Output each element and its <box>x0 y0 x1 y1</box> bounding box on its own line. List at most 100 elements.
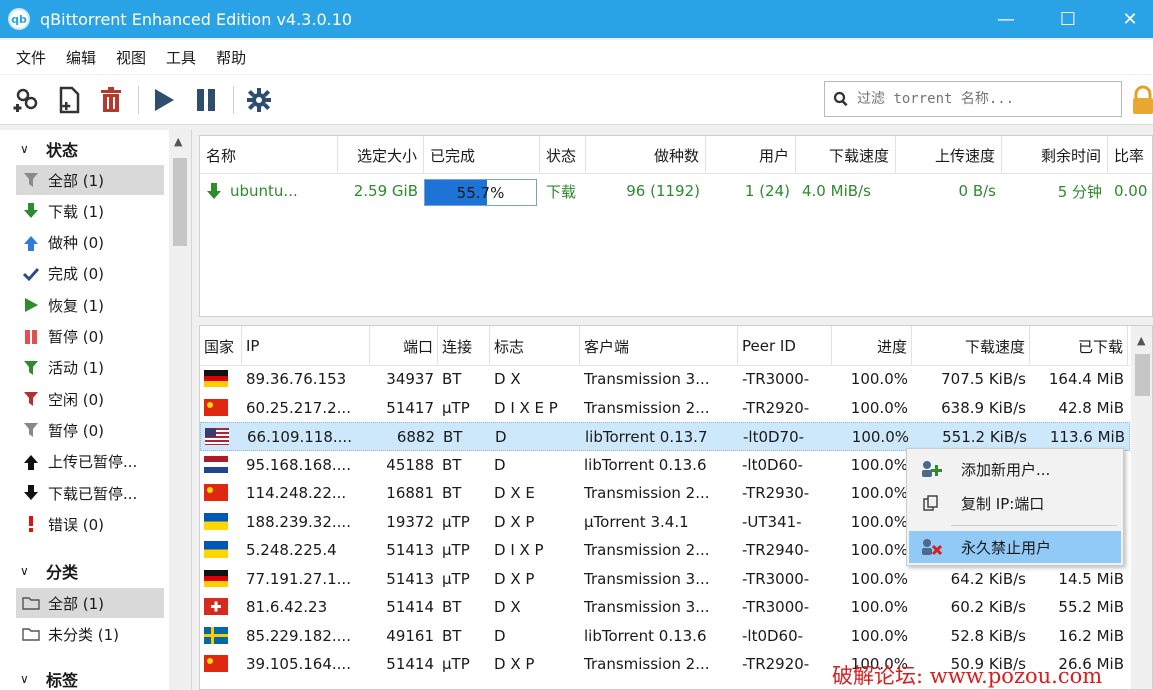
menu-item-add-peer[interactable]: 添加新用户... <box>909 453 1121 485</box>
sidebar-item-status[interactable]: 完成 (0) <box>16 259 164 289</box>
column-peer-id[interactable]: Peer ID <box>738 326 832 366</box>
column-dl-speed[interactable]: 下载速度 <box>796 136 896 174</box>
sidebar-item-status[interactable]: 空闲 (0) <box>16 384 164 414</box>
filter-input[interactable] <box>857 91 1107 107</box>
peer-cell-peer-id: -TR2930- <box>742 484 810 502</box>
menu-tools[interactable]: 工具 <box>156 47 206 68</box>
chevron-down-icon: ∨ <box>20 564 29 578</box>
torrent-progress-bar: 55.7% <box>424 179 537 206</box>
peer-cell-progress: 100.0% <box>850 626 908 645</box>
sidebar-item-status[interactable]: 做种 (0) <box>16 228 164 258</box>
column-flags[interactable]: 标志 <box>490 326 580 366</box>
column-peers[interactable]: 用户 <box>706 136 796 174</box>
peer-cell-flags: D <box>494 455 506 474</box>
sidebar-item-label: 全部 (1) <box>48 594 105 613</box>
sidebar-scrollbar[interactable]: ▲ <box>169 130 191 690</box>
folder-icon <box>22 627 40 641</box>
column-ratio[interactable]: 比率 <box>1108 136 1153 174</box>
peer-cell-dl: 52.8 KiB/s <box>950 626 1026 645</box>
sidebar-item-category[interactable]: 未分类 (1) <box>16 619 164 649</box>
peer-cell-port: 34937 <box>386 370 434 388</box>
scroll-up-icon[interactable]: ▲ <box>1137 334 1145 347</box>
resume-icon[interactable] <box>149 85 179 115</box>
sidebar-item-status[interactable]: 错误 (0) <box>16 509 164 539</box>
column-progress[interactable]: 已完成 <box>424 136 540 174</box>
peer-cell-progress: 100.0% <box>850 569 908 588</box>
peer-row[interactable]: 60.25.217.2... 51417 μTP D I X E P Transmiss… <box>200 394 1130 423</box>
gear-icon[interactable] <box>244 85 274 115</box>
peers-scrollbar[interactable]: ▲ <box>1131 326 1152 689</box>
sidebar-item-label: 活动 (1) <box>48 359 105 378</box>
sidebar-item-status[interactable]: 活动 (1) <box>16 353 164 383</box>
peer-cell-dl: 60.2 KiB/s <box>950 598 1026 616</box>
peer-row[interactable]: 81.6.42.23 51414 BT D X Transmission 3... -TR… <box>200 593 1130 622</box>
sidebar-item-status[interactable]: 暂停 (0) <box>16 322 164 352</box>
column-ul-speed[interactable]: 上传速度 <box>896 136 1002 174</box>
lock-icon[interactable] <box>1132 85 1153 115</box>
peer-cell-ip: 5.248.225.4 <box>246 541 337 559</box>
peer-cell-port: 51417 <box>386 398 434 417</box>
peer-context-menu: 添加新用户... 复制 IP:端口 永久禁止用户 <box>906 448 1124 566</box>
menu-item-copy-ip-port[interactable]: 复制 IP:端口 <box>909 487 1121 519</box>
sidebar-item-status[interactable]: 上传已暂停... <box>16 447 164 477</box>
delete-torrent-icon[interactable] <box>96 85 126 115</box>
column-client[interactable]: 客户端 <box>580 326 738 366</box>
column-progress[interactable]: 进度 <box>832 326 912 366</box>
column-country[interactable]: 国家 <box>200 326 242 366</box>
column-name[interactable]: 名称 <box>200 136 338 174</box>
sidebar-item-category[interactable]: 全部 (1) <box>16 588 164 618</box>
column-size[interactable]: 选定大小 <box>338 136 424 174</box>
peer-cell-progress: 100.0% <box>850 541 908 559</box>
country-flag-icon <box>204 569 228 587</box>
peer-cell-ip: 95.168.168.... <box>246 455 351 474</box>
menu-item-ban-peer[interactable]: 永久禁止用户 <box>909 531 1121 563</box>
peer-row[interactable]: 66.109.118.... 6882 BT DlibTorrent 0.13.7 -l… <box>200 422 1130 451</box>
column-connection[interactable]: 连接 <box>438 326 490 366</box>
filter-icon <box>22 422 40 438</box>
menu-edit[interactable]: 编辑 <box>56 47 106 68</box>
column-downloaded[interactable]: 已下载 <box>1030 326 1128 366</box>
menu-view[interactable]: 视图 <box>106 47 156 68</box>
peer-cell-flags: D <box>495 428 507 446</box>
menu-file[interactable]: 文件 <box>6 47 56 68</box>
peer-cell-ip: 77.191.27.1... <box>246 569 351 588</box>
sidebar-item-status[interactable]: 全部 (1) <box>16 165 164 195</box>
tags-section-header[interactable]: ∨ 标签 <box>0 664 78 690</box>
peer-row[interactable]: 89.36.76.153 34937 BT D X Transmission 3... -… <box>200 365 1130 394</box>
peer-cell-peer-id: -lt0D70- <box>743 428 805 446</box>
sidebar-item-status[interactable]: 下载已暂停... <box>16 478 164 508</box>
peer-cell-progress: 100.0% <box>850 455 908 474</box>
column-eta[interactable]: 剩余时间 <box>1002 136 1108 174</box>
peer-row[interactable]: 77.191.27.1... 51413 μTP D X P Transmission … <box>200 565 1130 594</box>
status-section-header[interactable]: ∨ 状态 <box>0 134 78 164</box>
column-seeds[interactable]: 做种数 <box>586 136 706 174</box>
scroll-up-icon[interactable]: ▲ <box>174 135 182 148</box>
sidebar-item-label: 下载 (1) <box>48 202 105 221</box>
sidebar-item-status[interactable]: 暂停 (0) <box>16 415 164 445</box>
menu-separator <box>951 525 1117 526</box>
column-dl-speed[interactable]: 下载速度 <box>912 326 1030 366</box>
scrollbar-thumb[interactable] <box>173 158 187 246</box>
category-section-header[interactable]: ∨ 分类 <box>0 556 78 586</box>
maximize-icon[interactable]: ☐ <box>1045 0 1091 38</box>
pause-icon[interactable] <box>191 85 221 115</box>
scrollbar-thumb[interactable] <box>1135 354 1150 396</box>
filter-search-box[interactable] <box>824 81 1122 117</box>
add-torrent-link-icon[interactable] <box>12 85 42 115</box>
add-torrent-file-icon[interactable] <box>54 85 84 115</box>
torrent-row[interactable]: ubuntu... 2.59 GiB 55.7% 下载 96 (1192) 1 … <box>200 175 1153 207</box>
sidebar-item-status[interactable]: 恢复 (1) <box>16 290 164 320</box>
peer-row[interactable]: 85.229.182.... 49161 BT DlibTorrent 0.13.6 -… <box>200 622 1130 651</box>
column-port[interactable]: 端口 <box>370 326 438 366</box>
minimize-icon[interactable]: — <box>983 0 1029 38</box>
column-ip[interactable]: IP <box>242 326 370 366</box>
peer-cell-dl: 64.2 KiB/s <box>950 569 1026 588</box>
close-icon[interactable]: ✕ <box>1107 0 1153 38</box>
peer-cell-port: 51414 <box>386 655 434 673</box>
column-status[interactable]: 状态 <box>540 136 586 174</box>
menu-help[interactable]: 帮助 <box>206 47 256 68</box>
sidebar-item-status[interactable]: 下载 (1) <box>16 196 164 226</box>
sidebar-item-label: 未分类 (1) <box>48 625 120 644</box>
sidebar-item-label: 上传已暂停... <box>48 453 138 472</box>
peer-cell-port: 6882 <box>396 428 435 446</box>
